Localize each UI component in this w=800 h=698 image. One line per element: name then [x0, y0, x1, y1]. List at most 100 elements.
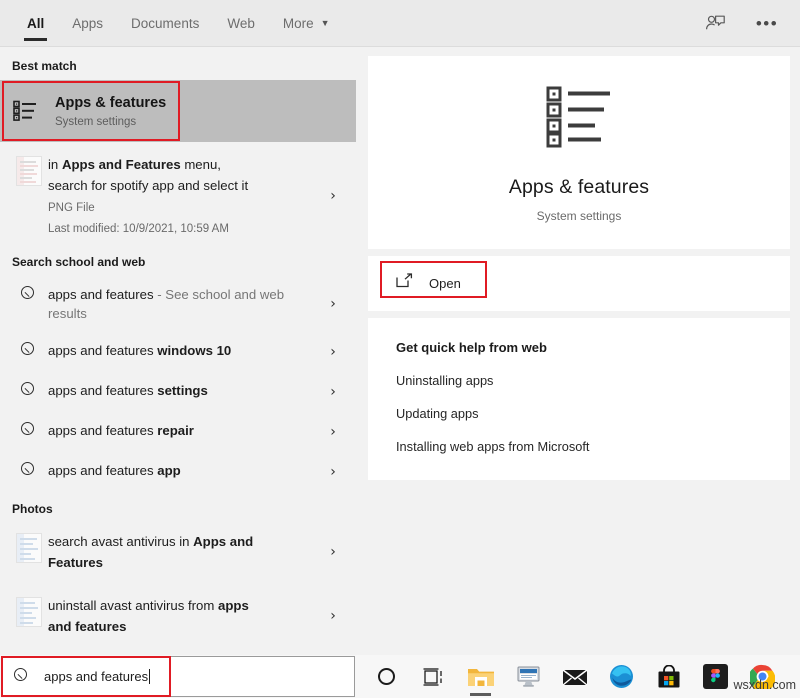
- result-web-1[interactable]: apps and features windows 10 ›: [0, 332, 356, 372]
- external-link-icon: [396, 273, 413, 293]
- chevron-right-icon[interactable]: ›: [320, 344, 346, 360]
- tab-apps-label: Apps: [72, 16, 103, 31]
- watermark: wsxdn.com: [733, 678, 796, 692]
- web-result-title-2: apps and features settings: [48, 381, 320, 400]
- result-web-4[interactable]: apps and features app ›: [0, 452, 356, 492]
- search-icon: [21, 422, 38, 439]
- file-thumbnail: [12, 155, 46, 186]
- result-photo-0[interactable]: search avast antivirus in Apps and Featu…: [0, 523, 356, 581]
- search-icon-wrap-4: [12, 461, 46, 479]
- tab-more-label: More: [283, 16, 314, 31]
- chevron-right-icon[interactable]: ›: [320, 296, 346, 312]
- best-match-title: Apps & features: [55, 95, 166, 112]
- cortana-icon: [378, 668, 395, 685]
- web-result-title-4: apps and features app: [48, 461, 320, 480]
- group-header-best-match: Best match: [0, 47, 356, 80]
- apps-features-list-icon: [368, 86, 790, 148]
- tab-apps[interactable]: Apps: [58, 0, 117, 47]
- quick-help-header: Get quick help from web: [396, 340, 790, 355]
- result-best-match-apps-features[interactable]: Apps & features System settings: [0, 80, 356, 142]
- tab-documents[interactable]: Documents: [117, 0, 213, 47]
- search-filter-tabbar: All Apps Documents Web More ▼: [0, 0, 800, 47]
- chevron-right-icon[interactable]: ›: [320, 464, 346, 480]
- search-icon: [21, 286, 38, 303]
- microsoft-store-button[interactable]: [645, 655, 692, 698]
- web-result-line2-0: results: [48, 304, 320, 323]
- feedback-button[interactable]: [700, 8, 730, 38]
- search-icon: [14, 668, 31, 685]
- png-file-title: in Apps and Features menu,: [48, 155, 320, 174]
- apps-features-list-icon: [12, 98, 39, 125]
- task-view-button[interactable]: [410, 655, 457, 698]
- png-file-title-line2: search for spotify app and select it: [48, 176, 320, 195]
- png-thumbnail-icon: [16, 156, 42, 186]
- best-match-subtitle: System settings: [55, 116, 166, 128]
- web-result-title-0: apps and features - See school and web: [48, 285, 320, 304]
- figma-icon: [703, 664, 728, 689]
- remote-desktop-button[interactable]: [504, 655, 551, 698]
- chevron-right-icon[interactable]: ›: [320, 424, 346, 440]
- taskbar-search-container: apps and features: [0, 656, 355, 697]
- search-icon-wrap-3: [12, 421, 46, 439]
- tab-web-label: Web: [227, 16, 255, 31]
- photo-thumbnail-1: [12, 596, 46, 627]
- search-input-value: apps and features: [44, 669, 150, 684]
- help-link-installing-web-apps[interactable]: Installing web apps from Microsoft: [396, 439, 790, 454]
- open-button-label: Open: [429, 276, 461, 291]
- web-result-body-1: apps and features windows 10: [46, 341, 320, 360]
- text-cursor: [149, 669, 150, 684]
- preview-title: Apps & features: [368, 176, 790, 199]
- web-result-body-3: apps and features repair: [46, 421, 320, 440]
- figma-button[interactable]: [692, 655, 739, 698]
- tab-more[interactable]: More ▼: [269, 0, 344, 47]
- chevron-right-icon[interactable]: ›: [320, 188, 346, 204]
- group-header-search-web: Search school and web: [0, 246, 356, 276]
- chevron-right-icon[interactable]: ›: [320, 608, 346, 624]
- remote-desktop-icon: [514, 665, 542, 689]
- preview-subtitle: System settings: [368, 209, 790, 223]
- feedback-person-icon: [705, 13, 726, 34]
- taskbar-icons: [363, 655, 786, 698]
- results-list: Best match: [0, 47, 356, 655]
- edge-button[interactable]: [598, 655, 645, 698]
- tab-web[interactable]: Web: [213, 0, 269, 47]
- web-result-body-2: apps and features settings: [46, 381, 320, 400]
- tab-list: All Apps Documents Web More ▼: [0, 0, 344, 47]
- ellipsis-icon: •••: [756, 15, 778, 32]
- microsoft-store-icon: [657, 665, 681, 689]
- photo-title-1-line2: and features: [48, 617, 320, 636]
- help-link-uninstalling-apps[interactable]: Uninstalling apps: [396, 373, 790, 388]
- mail-button[interactable]: [551, 655, 598, 698]
- screenshot-thumbnail-icon: [16, 533, 42, 563]
- taskbar: apps and features: [0, 655, 800, 698]
- tab-all[interactable]: All: [13, 0, 58, 47]
- result-web-3[interactable]: apps and features repair ›: [0, 412, 356, 452]
- result-png-file[interactable]: in Apps and Features menu, search for sp…: [0, 142, 356, 246]
- web-result-body-0: apps and features - See school and web r…: [46, 285, 320, 323]
- result-photo-1[interactable]: uninstall avast antivirus from apps and …: [0, 581, 356, 645]
- mail-icon: [562, 667, 588, 687]
- tab-documents-label: Documents: [131, 16, 199, 31]
- help-link-updating-apps[interactable]: Updating apps: [396, 406, 790, 421]
- chevron-right-icon[interactable]: ›: [320, 384, 346, 400]
- search-icon-wrap-0: [12, 285, 46, 303]
- search-icon-wrap-1: [12, 341, 46, 359]
- web-result-title-1: apps and features windows 10: [48, 341, 320, 360]
- search-icon-wrap-2: [12, 381, 46, 399]
- search-input[interactable]: apps and features: [2, 656, 355, 697]
- more-options-button[interactable]: •••: [752, 8, 782, 38]
- open-button[interactable]: Open: [386, 266, 479, 300]
- header-actions: •••: [700, 8, 800, 38]
- search-icon: [21, 462, 38, 479]
- search-flyout-panel: All Apps Documents Web More ▼: [0, 0, 800, 655]
- quick-help-card: Get quick help from web Uninstalling app…: [368, 318, 790, 480]
- photo-title-0-line2: Features: [48, 553, 320, 572]
- png-file-modified: Last modified: 10/9/2021, 10:59 AM: [48, 221, 320, 237]
- chevron-right-icon[interactable]: ›: [320, 544, 346, 560]
- result-web-0[interactable]: apps and features - See school and web r…: [0, 276, 356, 332]
- preview-hero-card: Apps & features System settings: [368, 56, 790, 249]
- result-web-2[interactable]: apps and features settings ›: [0, 372, 356, 412]
- file-explorer-button[interactable]: [457, 655, 504, 698]
- cortana-button[interactable]: [363, 655, 410, 698]
- png-file-type: PNG File: [48, 200, 320, 216]
